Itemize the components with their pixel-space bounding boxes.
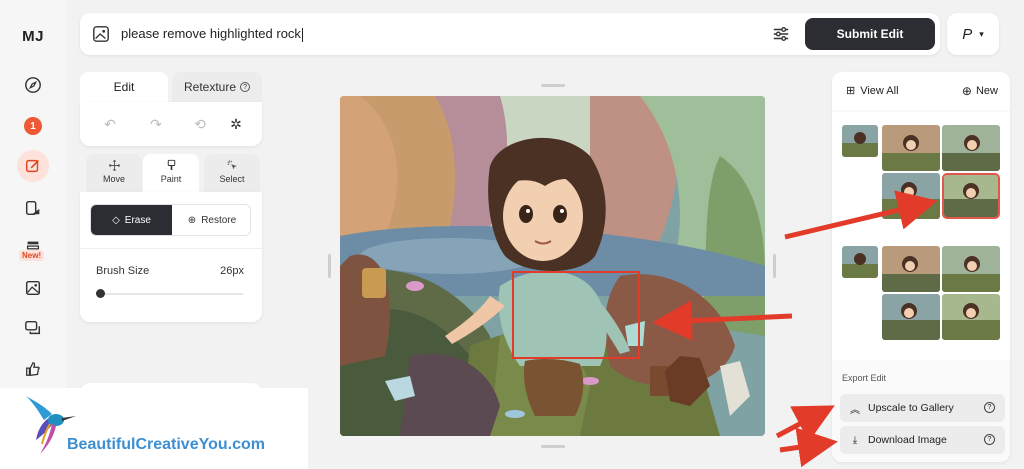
restore-button[interactable]: ⊕ Restore [172, 205, 250, 235]
select-icon [226, 160, 237, 170]
thumbnail-image[interactable] [882, 173, 940, 219]
mode-paint-label: Paint [160, 174, 182, 184]
restore-label: Restore [201, 214, 237, 226]
paint-options-panel: ◇ Erase ⊕ Restore Brush Size 26px [80, 192, 262, 322]
thumbnail-image[interactable] [882, 294, 940, 340]
resize-handle-bottom[interactable] [541, 445, 565, 448]
profile-menu[interactable]: P ▾ [947, 13, 999, 55]
history-toolbar: ↶ ↷ ⟲ ✲ [80, 102, 262, 146]
new-button[interactable]: ⊕ New [962, 84, 998, 98]
move-icon [108, 159, 120, 172]
eraser-icon: ◇ [112, 214, 120, 226]
edit-icon[interactable] [21, 154, 45, 178]
gallery-header: ⊞ View All ⊕ New [832, 72, 1010, 110]
help-icon[interactable]: ? [240, 82, 251, 92]
profile-initial: P [962, 25, 973, 43]
divider [80, 248, 262, 249]
thumbnail-image-selected[interactable] [942, 173, 1000, 219]
prompt-input[interactable]: please remove highlighted rock [121, 26, 303, 42]
prompt-bar: please remove highlighted rock Submit Ed… [80, 13, 940, 55]
download-image-button[interactable]: ⤓ Download Image ? [840, 426, 1005, 454]
thumbnail-image[interactable] [842, 125, 878, 157]
download-label: Download Image [868, 434, 947, 446]
upscale-icon: ︽ [850, 404, 860, 416]
settings-sliders-icon[interactable] [772, 25, 790, 43]
magic-wand-icon[interactable]: ✲ [228, 116, 244, 132]
mode-move-label: Move [102, 174, 125, 184]
undo-icon[interactable]: ↶ [102, 116, 118, 132]
add-circle-icon: ⊕ [961, 84, 972, 98]
paint-brush-icon [167, 159, 175, 171]
tool-modes: Move Paint Select [80, 154, 262, 192]
add-circle-icon: ⊕ [187, 214, 197, 226]
editor-tabs: Edit Retexture ? [80, 72, 262, 102]
prompt-text: please remove highlighted rock [121, 26, 301, 41]
tab-retexture[interactable]: Retexture ? [172, 72, 262, 102]
export-edit-label: Export Edit [842, 373, 887, 383]
resize-handle-right[interactable] [773, 254, 776, 278]
help-icon[interactable]: ? [984, 434, 995, 445]
tab-edit-label: Edit [113, 80, 135, 94]
help-icon[interactable]: ? [984, 402, 995, 413]
upscale-label: Upscale to Gallery [868, 402, 954, 414]
brush-size-slider-handle[interactable] [96, 289, 105, 298]
image-icon[interactable] [21, 276, 45, 300]
brush-size-label: Brush Size [96, 265, 150, 277]
image-prompt-icon[interactable] [92, 25, 110, 43]
chevron-down-icon: ▾ [979, 28, 984, 39]
thumbnail-image[interactable] [882, 246, 940, 292]
watermark-text: BeautifulCreativeYou.com [67, 436, 265, 453]
resize-handle-top[interactable] [541, 84, 565, 87]
submit-edit-button[interactable]: Submit Edit [805, 18, 935, 50]
thumbnail-image[interactable] [942, 125, 1000, 171]
new-badge: New! [19, 250, 45, 261]
tab-retexture-label: Retexture [183, 80, 237, 94]
arrow-to-download-button [779, 427, 838, 468]
edit-canvas-image[interactable] [340, 96, 765, 436]
resize-handle-left[interactable] [328, 254, 331, 278]
grid-icon: ⊞ [846, 85, 856, 97]
gallery-thumbnails [832, 112, 1010, 360]
view-all-label: View All [860, 84, 899, 97]
thumbs-up-icon[interactable] [21, 357, 45, 381]
reset-icon[interactable]: ⟲ [192, 116, 208, 132]
watermark-banner: BeautifulCreativeYou.com [0, 388, 308, 469]
notification-badge[interactable]: 1 [24, 117, 42, 135]
thumbnail-image[interactable] [842, 246, 878, 278]
mode-paint[interactable]: Paint [143, 154, 199, 192]
erase-label: Erase [124, 214, 151, 226]
thumbnail-image[interactable] [942, 246, 1000, 292]
brush-size-slider[interactable] [96, 293, 243, 295]
download-icon: ⤓ [852, 434, 858, 446]
tab-edit[interactable]: Edit [80, 72, 168, 102]
thumbnail-image[interactable] [942, 294, 1000, 340]
mode-select[interactable]: Select [204, 154, 260, 192]
upscale-to-gallery-button[interactable]: ︽ Upscale to Gallery ? [840, 394, 1005, 422]
text-cursor [301, 27, 303, 42]
app-logo: MJ [22, 28, 44, 45]
highlighted-selection-box [512, 271, 640, 359]
redo-icon[interactable]: ↷ [148, 116, 164, 132]
mode-move[interactable]: Move [86, 154, 142, 192]
compass-icon[interactable] [21, 73, 45, 97]
brush-size-value: 26px [220, 265, 244, 277]
new-label: New [975, 85, 998, 97]
thumbnail-image[interactable] [882, 125, 940, 171]
arrow-to-upscale-button [775, 405, 835, 442]
erase-restore-toggle: ◇ Erase ⊕ Restore [90, 204, 251, 236]
gallery-panel: ⊞ View All ⊕ New Export Edit ︽ Upscale t… [832, 72, 1010, 462]
mode-select-label: Select [219, 174, 245, 184]
view-all-button[interactable]: ⊞ View All [846, 84, 899, 98]
chat-icon[interactable] [21, 316, 45, 340]
gallery-icon[interactable] [21, 196, 45, 220]
erase-button[interactable]: ◇ Erase [91, 205, 172, 235]
